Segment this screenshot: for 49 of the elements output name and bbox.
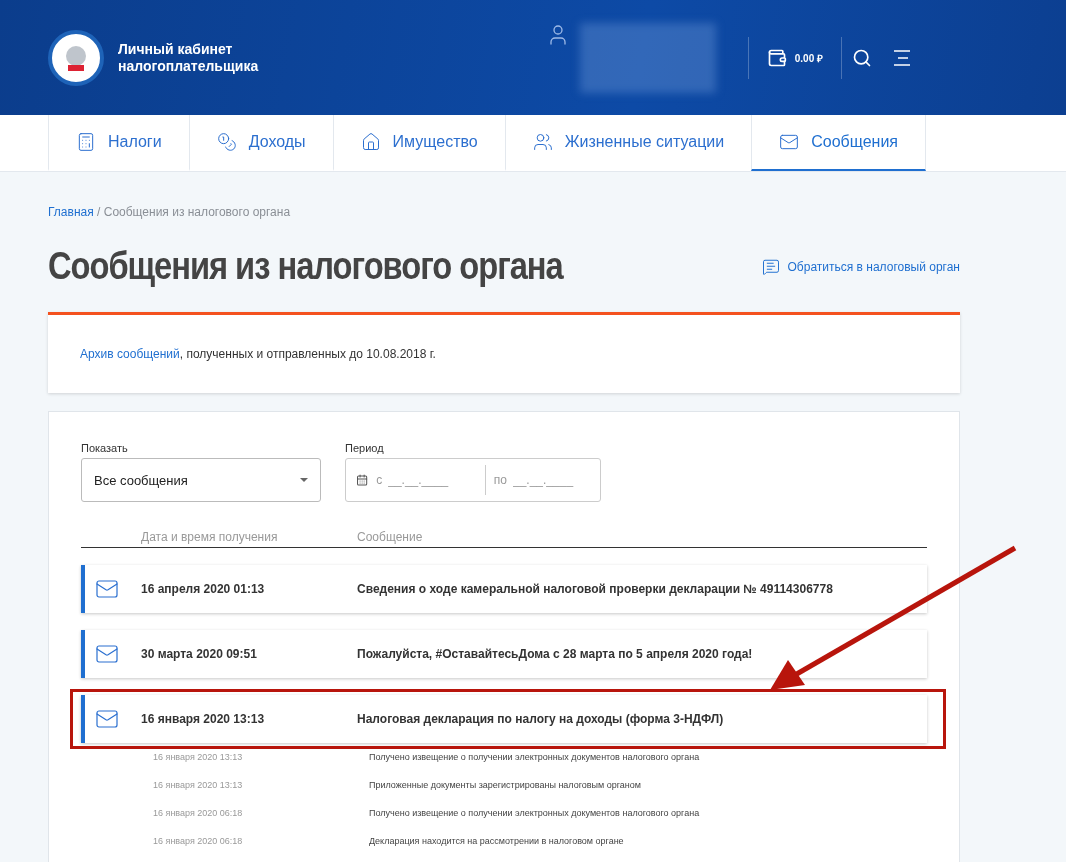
column-header: Дата и время получения <box>141 530 279 544</box>
breadcrumb-current: Сообщения из налогового органа <box>103 205 291 219</box>
event-date: 16 января 2020 13:13 <box>153 752 244 762</box>
nav-icon <box>532 132 553 152</box>
filter-label: Показать <box>81 442 129 454</box>
event-text: Декларация находится на рассмотрении в налоговом органе <box>369 836 624 846</box>
nav-icon <box>76 132 96 152</box>
nav-icon <box>779 132 800 152</box>
event-date: 16 января 2020 06:18 <box>153 808 244 818</box>
contact-link[interactable]: Обратиться в налоговый орган <box>761 257 960 276</box>
chat-icon <box>761 257 780 276</box>
nav-icon <box>216 132 237 152</box>
message-type-dropdown[interactable]: Все сообщения <box>81 458 321 502</box>
message-subject: Налоговая декларация по налогу на доходы (форма 3-НДФЛ) <box>357 712 724 726</box>
envelope-icon <box>95 577 119 601</box>
message-subject: Пожалуйста, #ОставайтесьДома с 28 марта по 5 апреля 2020 года! <box>357 647 753 661</box>
menu-icon <box>892 48 912 67</box>
nav-icon <box>360 132 381 152</box>
event-date: 16 января 2020 13:13 <box>153 780 244 790</box>
brand-text: налогоплательщика <box>118 57 259 75</box>
nav-tab[interactable]: Налоги <box>48 115 189 171</box>
balance-amount: 0.00 ₽ <box>794 51 823 65</box>
event-date: 16 января 2020 06:18 <box>153 836 244 846</box>
filter-label: Период <box>345 442 385 454</box>
page-title: Сообщения из налогового органа <box>48 245 563 288</box>
wallet-icon[interactable] <box>766 47 787 68</box>
brand-text: Личный кабинет <box>118 40 234 58</box>
breadcrumb-link[interactable]: Главная <box>48 205 94 219</box>
event-text: Получено извещение о получении электронных документов налогового органа <box>369 808 700 818</box>
message-subject: Сведения о ходе камеральной налоговой проверки декларации № 49114306778 <box>357 582 833 596</box>
nav-tab[interactable]: Жизненные ситуации <box>504 115 752 171</box>
message-row[interactable]: 30 марта 2020 09:51 Пожалуйста, #ОставайтесьДома с 28 марта по 5 апреля 2020 года! <box>81 630 927 678</box>
message-date: 16 апреля 2020 01:13 <box>141 582 266 596</box>
archive-link[interactable]: Архив сообщений <box>80 347 180 361</box>
message-date: 30 марта 2020 09:51 <box>141 647 258 661</box>
event-text: Получено извещение о получении электронных документов налогового органа <box>369 752 700 762</box>
archive-note: Архив сообщений, полученных и отправленных до 10.08.2018 г. <box>80 347 436 361</box>
envelope-icon <box>95 642 119 666</box>
envelope-icon <box>95 707 119 731</box>
message-row[interactable]: 16 января 2020 13:13 Налоговая декларация по налогу на доходы (форма 3-НДФЛ) <box>81 695 927 743</box>
message-row[interactable]: 16 апреля 2020 01:13 Сведения о ходе камеральной налоговой проверки декларации № 49114306778 <box>81 565 927 613</box>
event-text: Приложенные документы зарегистрированы налоговым органом <box>369 780 642 790</box>
nav-tab[interactable]: Имущество <box>332 115 505 171</box>
message-date: 16 января 2020 13:13 <box>141 712 266 726</box>
breadcrumb-separator: / <box>97 205 101 219</box>
period-field[interactable]: с __.__.____ по __.__.____ <box>345 458 601 502</box>
nav-tab[interactable]: Сообщения <box>751 115 927 171</box>
column-header: Сообщение <box>357 530 424 544</box>
nav-tab[interactable]: Доходы <box>188 115 333 171</box>
